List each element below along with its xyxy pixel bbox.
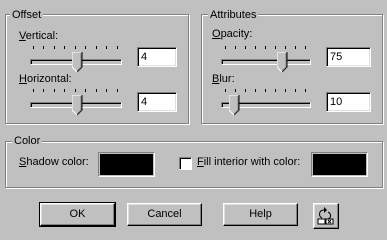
vertical-label: Vertical:	[19, 30, 59, 42]
horizontal-input[interactable]	[137, 92, 177, 112]
shadow-color-swatch[interactable]	[98, 152, 155, 177]
fill-interior-checkbox[interactable]	[179, 157, 192, 170]
ok-button[interactable]: OK	[39, 202, 116, 227]
fill-color-fill	[313, 154, 366, 175]
shadow-color-label: Shadow color:	[19, 156, 89, 168]
blur-input[interactable]	[326, 92, 371, 112]
fill-interior-label[interactable]: Fill interior with color:	[197, 156, 300, 169]
horizontal-slider-ticks	[33, 89, 119, 92]
horizontal-slider-thumb[interactable]	[72, 95, 83, 116]
vertical-slider-thumb[interactable]	[72, 52, 83, 73]
horizontal-label: Horizontal:	[19, 73, 72, 85]
blur-slider-thumb[interactable]	[229, 95, 240, 116]
vertical-slider-ticks	[33, 46, 119, 49]
offset-group-title: Offset	[10, 9, 44, 21]
opacity-label: Opacity:	[212, 28, 253, 40]
shadow-color-fill	[100, 154, 153, 175]
blur-label: Blur:	[212, 73, 235, 85]
attributes-group-title: Attributes	[208, 9, 259, 21]
fill-color-swatch[interactable]	[311, 152, 368, 177]
blur-slider-ticks	[225, 89, 308, 92]
vertical-input[interactable]	[137, 47, 177, 67]
opacity-slider-track[interactable]	[221, 59, 311, 65]
reset-shadow-icon	[317, 207, 334, 225]
cancel-button[interactable]: Cancel	[127, 203, 202, 226]
reset-button[interactable]	[313, 203, 339, 229]
opacity-slider-thumb[interactable]	[277, 52, 288, 73]
help-button[interactable]: Help	[223, 203, 298, 226]
opacity-slider-ticks	[225, 46, 308, 49]
opacity-input[interactable]	[326, 47, 371, 67]
color-group-title: Color	[12, 135, 43, 147]
